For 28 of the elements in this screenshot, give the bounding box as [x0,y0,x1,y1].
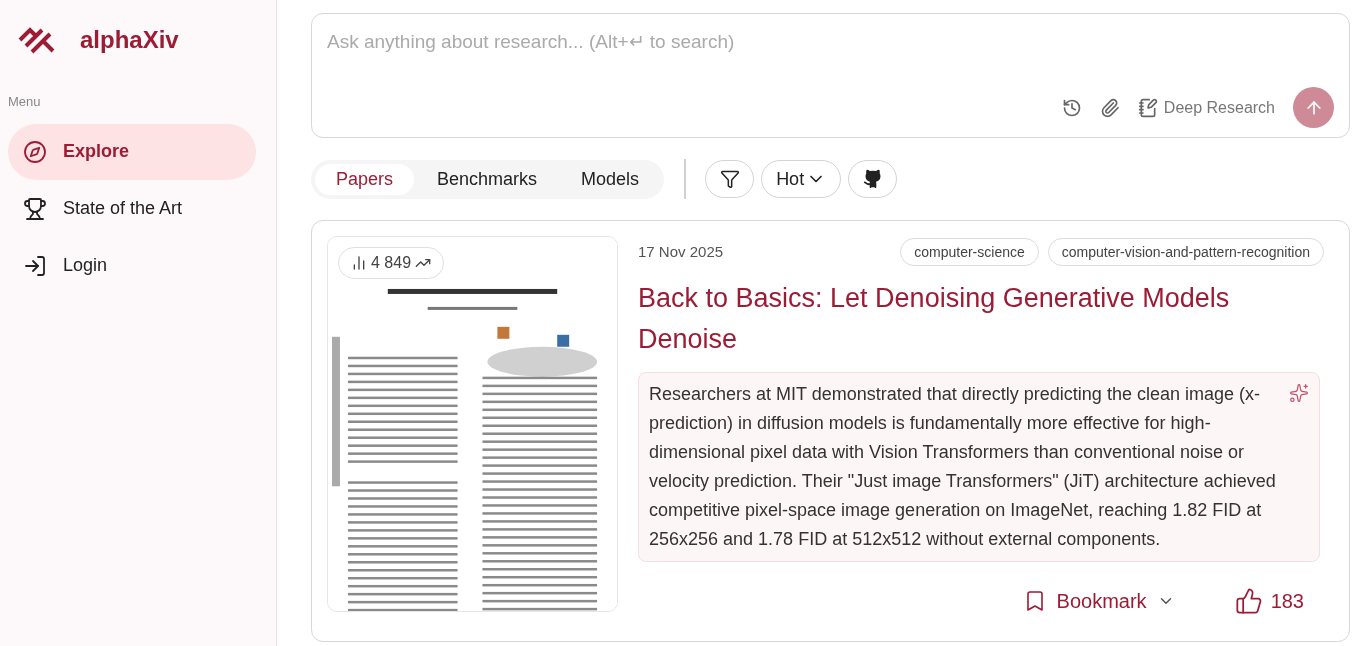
like-button[interactable]: 183 [1234,586,1304,616]
views-badge: 4 849 [338,247,445,279]
sparkle-icon [1289,383,1309,403]
filter-icon [719,169,740,189]
github-icon [862,169,883,189]
thumbs-up-icon [1234,587,1263,615]
paper-date: 17 Nov 2025 [638,241,724,262]
trophy-icon [23,196,47,221]
tab[interactable]: Models [560,163,661,195]
sidebar-item[interactable]: Explore [8,123,256,180]
login-icon [23,253,47,278]
deep-research-button[interactable]: Deep Research [1137,95,1275,120]
notebook-icon [1137,97,1158,118]
tab[interactable]: Benchmarks [416,163,559,195]
search-box[interactable]: Ask anything about research... (Alt+↵ to search) Deep Research [311,13,1350,138]
sidebar-item[interactable]: Login [8,237,256,294]
history-icon[interactable] [1061,97,1082,118]
bookmark-button[interactable]: Bookmark [1022,586,1175,616]
compass-icon [23,139,47,164]
attach-icon[interactable] [1099,97,1120,118]
paper-title[interactable]: Back to Basics: Let Denoising Generative Models Denoise [638,278,1334,360]
menu-heading: Menu [8,93,42,111]
send-button[interactable] [1293,87,1334,128]
paper-summary: Researchers at MIT demonstrated that directly predicting the clean image (x-prediction) in diffusion models is fundamentally more effective for high-dimensional pixel data with Vision Transformers than conventional noise or velocity prediction. Their "Just image Transformers" (JiT) architecture achieved competitive pixel-space image generation on ImageNet, reaching 1.82 FID at 256x256 and 1.78 FID at 512x512 without external components. [649,383,1277,551]
tab[interactable]: Papers [315,163,415,195]
search-field[interactable]: Ask anything about research... (Alt+↵ to search) [327,28,1334,57]
brand-name: alphaXiv [80,25,179,55]
sidebar-item[interactable]: State of the Art [8,180,256,237]
